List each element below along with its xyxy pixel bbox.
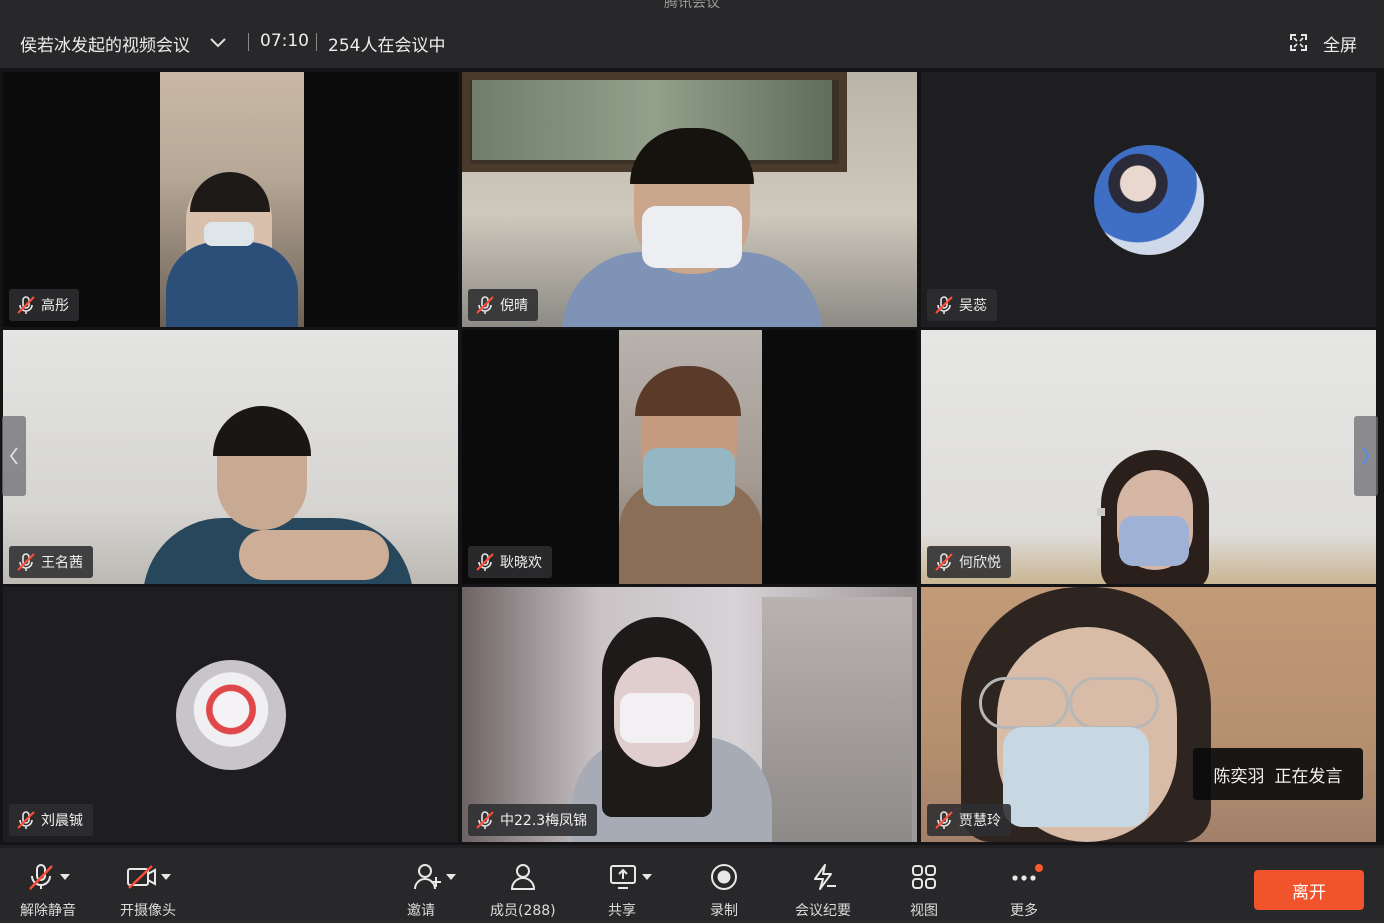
mic-muted-icon <box>476 811 494 829</box>
participant-nameplate: 刘晨铖 <box>9 804 93 836</box>
unmute-button[interactable]: 解除静音 <box>20 860 76 920</box>
active-speaker-status: 正在发言 <box>1274 766 1343 787</box>
record-icon <box>711 864 737 890</box>
active-speaker-name: 陈奕羽 <box>1213 766 1265 787</box>
video-grid: 高彤 倪晴 吴蕊 王名茜 耿晓欢 何欣悦 刘晨铖 中22.3梅凤锦 贾慧玲 <box>0 68 1384 845</box>
mic-muted-icon <box>935 553 953 571</box>
video-feed <box>160 72 304 327</box>
participant-name: 中22.3梅凤锦 <box>500 813 588 829</box>
leave-button[interactable]: 离开 <box>1254 870 1364 910</box>
participant-avatar <box>1094 145 1204 255</box>
video-tile[interactable]: 吴蕊 <box>921 72 1376 327</box>
camera-off-icon <box>127 865 156 889</box>
next-page-button[interactable] <box>1354 416 1378 496</box>
chevron-down-icon[interactable] <box>208 32 228 52</box>
members-button[interactable]: 成员(288) <box>490 860 556 920</box>
participant-name: 高彤 <box>41 298 69 314</box>
mic-muted-icon <box>17 296 35 314</box>
minutes-label: 会议纪要 <box>795 903 851 919</box>
video-tile[interactable]: 高彤 <box>3 72 458 327</box>
caret-down-icon[interactable] <box>161 862 171 892</box>
participant-nameplate: 耿晓欢 <box>468 546 552 578</box>
divider <box>248 33 249 51</box>
share-screen-icon <box>610 865 636 889</box>
mic-muted-icon <box>29 864 53 890</box>
app-name: 腾讯会议 <box>664 0 720 11</box>
mic-muted-icon <box>476 553 494 571</box>
camera-label: 开摄像头 <box>120 903 176 919</box>
caret-down-icon[interactable] <box>60 862 70 892</box>
video-tile[interactable]: 刘晨铖 <box>3 587 458 842</box>
unmute-label: 解除静音 <box>20 903 76 919</box>
video-tile[interactable]: 倪晴 <box>462 72 917 327</box>
add-user-icon <box>414 864 441 890</box>
record-label: 录制 <box>710 903 738 919</box>
video-tile[interactable]: 何欣悦 <box>921 330 1376 584</box>
minutes-button[interactable]: 会议纪要 <box>795 860 851 920</box>
participant-name: 吴蕊 <box>959 298 987 314</box>
window-titlebar: 腾讯会议 <box>0 0 1384 14</box>
video-tile[interactable]: 中22.3梅凤锦 <box>462 587 917 842</box>
share-button[interactable]: 共享 <box>608 860 652 920</box>
participant-name: 倪晴 <box>500 298 528 314</box>
mic-muted-icon <box>935 811 953 829</box>
lightning-icon <box>814 864 836 890</box>
view-button[interactable]: 视图 <box>909 860 939 920</box>
mic-muted-icon <box>935 296 953 314</box>
chevron-left-icon <box>9 447 18 465</box>
meeting-header: 侯若冰发起的视频会议 07:10 254人在会议中 全屏 <box>0 14 1384 68</box>
participant-name: 王名茜 <box>41 555 83 571</box>
notification-dot <box>1035 864 1043 872</box>
participant-count: 254人在会议中 <box>328 36 446 56</box>
record-button[interactable]: 录制 <box>709 860 739 920</box>
participant-nameplate: 王名茜 <box>9 546 93 578</box>
participant-nameplate: 吴蕊 <box>927 289 997 321</box>
camera-button[interactable]: 开摄像头 <box>120 860 176 920</box>
view-label: 视图 <box>910 903 938 919</box>
video-tile[interactable]: 耿晓欢 <box>462 330 917 584</box>
participant-name: 贾慧玲 <box>959 813 1001 829</box>
share-label: 共享 <box>608 903 636 919</box>
more-label: 更多 <box>1010 903 1038 919</box>
mic-muted-icon <box>476 296 494 314</box>
video-tile[interactable]: 贾慧玲 <box>921 587 1376 842</box>
prev-page-button[interactable] <box>2 416 26 496</box>
members-label: 成员(288) <box>490 903 556 919</box>
fullscreen-icon[interactable] <box>1290 34 1307 51</box>
participant-nameplate: 倪晴 <box>468 289 538 321</box>
grid-view-icon <box>912 865 936 889</box>
video-tile[interactable]: 王名茜 <box>3 330 458 584</box>
participant-nameplate: 何欣悦 <box>927 546 1011 578</box>
participant-name: 何欣悦 <box>959 555 1001 571</box>
caret-down-icon[interactable] <box>446 862 456 892</box>
fullscreen-button[interactable]: 全屏 <box>1323 31 1357 56</box>
mic-muted-icon <box>17 811 35 829</box>
active-speaker-toast: 陈奕羽 正在发言 <box>1193 748 1363 800</box>
participant-avatar <box>176 660 286 770</box>
video-feed <box>619 330 762 584</box>
mic-muted-icon <box>17 553 35 571</box>
meeting-title[interactable]: 侯若冰发起的视频会议 <box>20 31 190 56</box>
participant-name: 刘晨铖 <box>41 813 83 829</box>
participant-nameplate: 中22.3梅凤锦 <box>468 804 598 836</box>
participant-nameplate: 高彤 <box>9 289 79 321</box>
meeting-duration: 07:10 <box>260 31 309 51</box>
members-icon <box>510 864 535 890</box>
meeting-toolbar: 解除静音 开摄像头 邀请 成员(288) 共享 录制 会议纪要 视图 更多 离开 <box>0 848 1384 923</box>
divider <box>316 33 317 51</box>
caret-down-icon[interactable] <box>642 862 652 892</box>
invite-button[interactable]: 邀请 <box>407 860 461 920</box>
participant-nameplate: 贾慧玲 <box>927 804 1011 836</box>
chevron-right-icon <box>1362 447 1371 465</box>
invite-label: 邀请 <box>407 903 435 919</box>
participant-name: 耿晓欢 <box>500 555 542 571</box>
